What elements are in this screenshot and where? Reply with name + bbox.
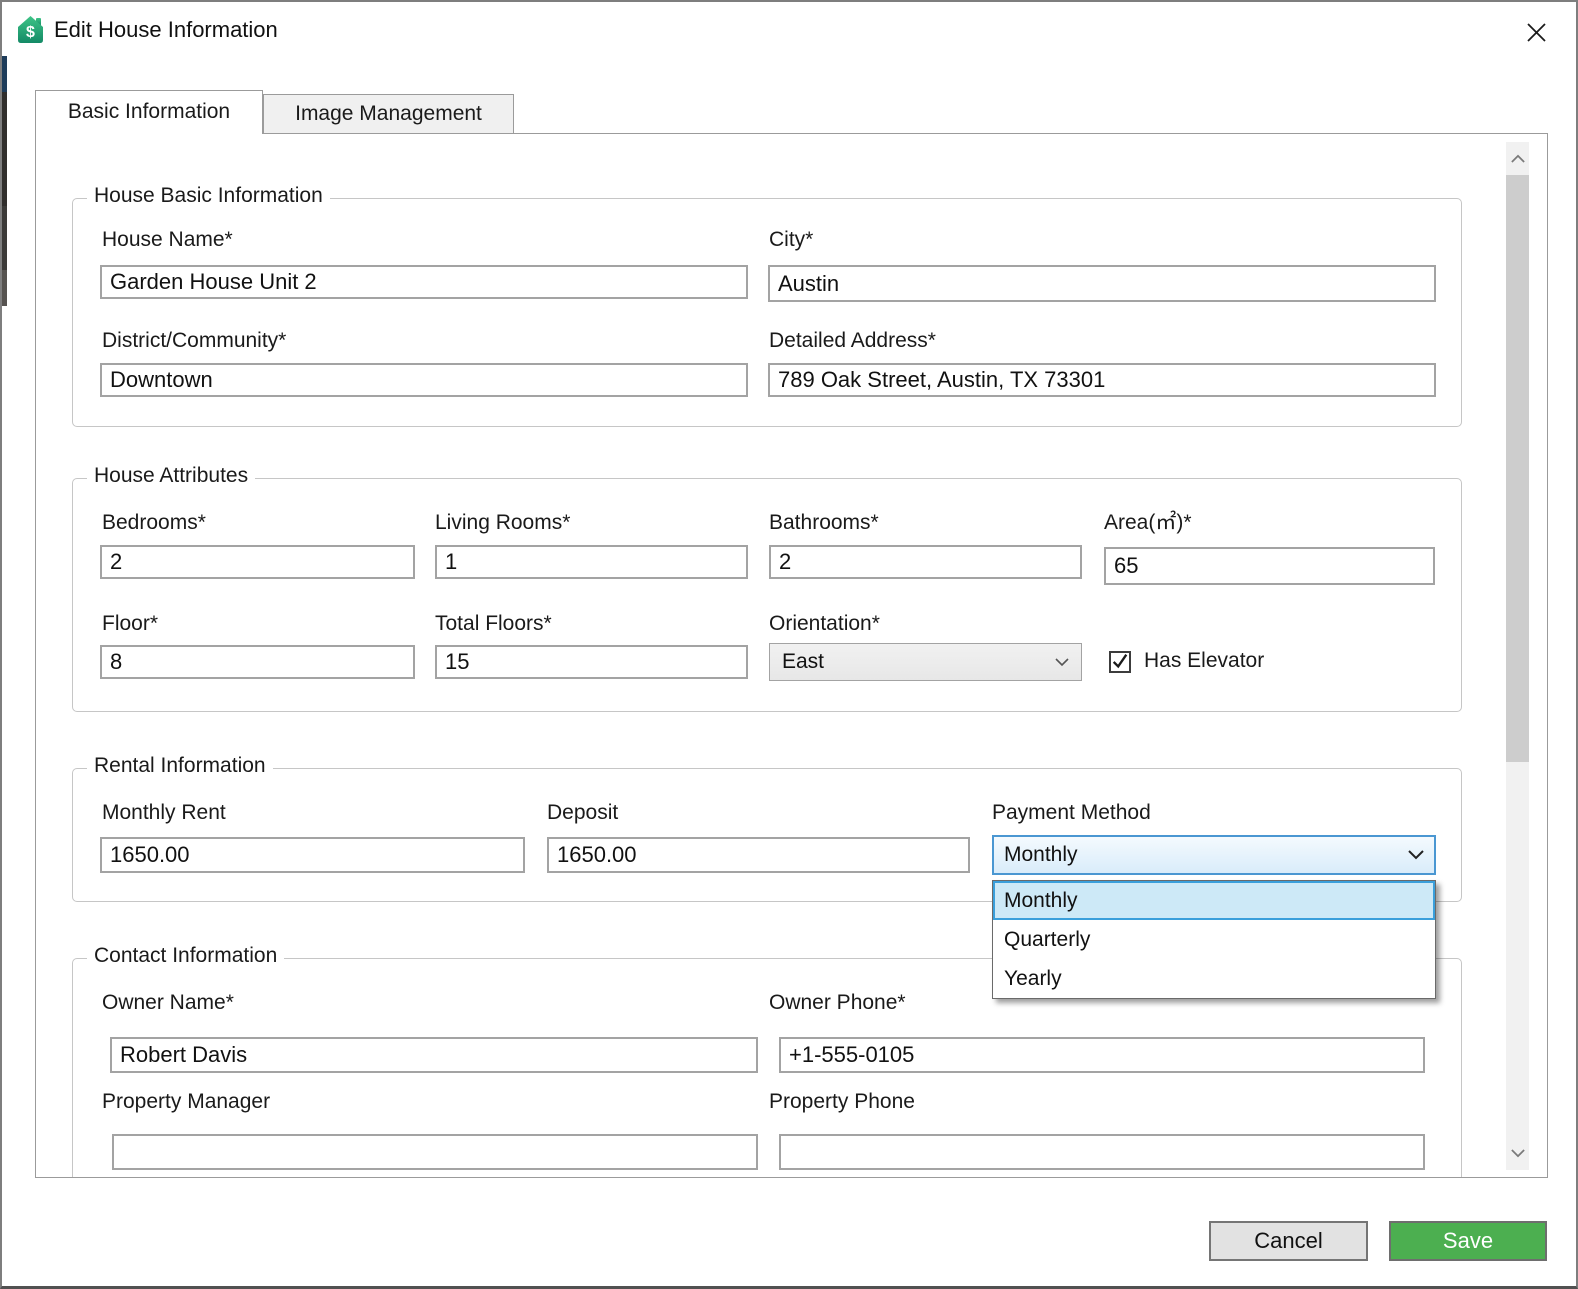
payment-dropdown-list: Monthly Quarterly Yearly (992, 880, 1436, 999)
property-phone-label: Property Phone (769, 1090, 915, 1113)
property-manager-input[interactable] (112, 1134, 758, 1170)
living-rooms-label: Living Rooms* (435, 511, 571, 534)
owner-name-label: Owner Name* (102, 991, 234, 1014)
house-name-label: House Name* (102, 228, 233, 251)
cancel-button[interactable]: Cancel (1209, 1221, 1368, 1261)
orientation-value: East (782, 650, 825, 673)
groupbox-house-attributes-legend: House Attributes (87, 464, 256, 488)
scrollbar-down-icon (1510, 1149, 1525, 1158)
scrollbar-down-button[interactable] (1506, 1137, 1529, 1170)
close-button[interactable] (1518, 14, 1554, 50)
district-input[interactable] (100, 363, 748, 397)
property-manager-label: Property Manager (102, 1090, 271, 1113)
bedrooms-label: Bedrooms* (102, 511, 206, 534)
payment-method-select[interactable]: Monthly (992, 835, 1436, 875)
edit-house-dialog: $ Edit House Information Image Managemen… (0, 0, 1578, 1289)
city-label: City* (769, 228, 814, 251)
dropdown-option-monthly-label: Monthly (1004, 888, 1078, 912)
orientation-label: Orientation* (769, 612, 880, 635)
screen: $ Edit House Information Image Managemen… (0, 0, 1578, 1289)
has-elevator-checkbox[interactable] (1109, 651, 1131, 673)
living-rooms-input[interactable] (435, 545, 748, 579)
background-window-sliver (2, 56, 7, 306)
total-floors-label: Total Floors* (435, 612, 552, 635)
district-label: District/Community* (102, 329, 287, 352)
dropdown-option-yearly-label: Yearly (1004, 966, 1062, 990)
chevron-down-icon (1408, 850, 1424, 860)
dropdown-option-quarterly-label: Quarterly (1004, 927, 1091, 951)
monthly-rent-label: Monthly Rent (102, 801, 226, 824)
detailed-address-input[interactable] (768, 363, 1436, 397)
scrollbar-thumb[interactable] (1506, 175, 1529, 762)
deposit-label: Deposit (547, 801, 619, 824)
payment-method-value: Monthly (1004, 843, 1078, 866)
tab-basic-information[interactable]: Basic Information (35, 90, 263, 134)
chevron-down-icon (1055, 657, 1069, 666)
close-icon (1526, 22, 1546, 42)
house-name-input[interactable] (100, 265, 748, 299)
has-elevator-label[interactable]: Has Elevator (1144, 648, 1264, 674)
payment-method-label: Payment Method (992, 801, 1151, 824)
owner-phone-input[interactable] (779, 1037, 1425, 1073)
owner-phone-label: Owner Phone* (769, 991, 906, 1014)
checkmark-icon (1112, 654, 1128, 669)
bathrooms-input[interactable] (769, 545, 1082, 579)
groupbox-contact-information-legend: Contact Information (87, 944, 285, 968)
detailed-address-label: Detailed Address* (769, 329, 936, 352)
total-floors-input[interactable] (435, 645, 748, 679)
dropdown-option-yearly[interactable]: Yearly (993, 959, 1435, 998)
owner-name-input[interactable] (110, 1037, 758, 1073)
vertical-scrollbar[interactable] (1506, 142, 1529, 1170)
svg-text:$: $ (26, 24, 35, 41)
floor-input[interactable] (100, 645, 415, 679)
tab-basic-information-label: Basic Information (67, 100, 231, 123)
monthly-rent-input[interactable] (100, 837, 525, 873)
area-label: Area(㎡)* (1104, 511, 1192, 534)
tab-image-management-label: Image Management (295, 102, 482, 125)
tab-image-management[interactable]: Image Management (263, 94, 514, 134)
deposit-input[interactable] (547, 837, 970, 873)
bedrooms-input[interactable] (100, 545, 415, 579)
scrollbar-up-icon (1510, 154, 1525, 163)
area-input[interactable] (1104, 547, 1435, 585)
groupbox-rental-information-legend: Rental Information (87, 754, 273, 778)
dropdown-option-monthly[interactable]: Monthly (993, 881, 1435, 920)
floor-label: Floor* (102, 612, 159, 635)
bathrooms-label: Bathrooms* (769, 511, 879, 534)
app-icon: $ (16, 15, 45, 44)
window-title: Edit House Information (54, 17, 278, 42)
groupbox-house-basic-information-legend: House Basic Information (87, 184, 330, 208)
save-button[interactable]: Save (1389, 1221, 1547, 1261)
dropdown-option-quarterly[interactable]: Quarterly (993, 920, 1435, 959)
city-input[interactable] (768, 265, 1436, 302)
scrollbar-up-button[interactable] (1506, 142, 1529, 175)
orientation-select[interactable]: East (769, 643, 1082, 681)
tab-page: House Basic Information House Name* City… (35, 133, 1548, 1178)
property-phone-input[interactable] (779, 1134, 1425, 1170)
